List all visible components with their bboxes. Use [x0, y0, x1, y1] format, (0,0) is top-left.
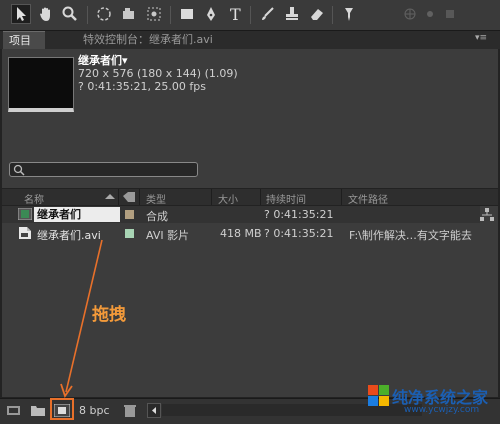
item-duration: ? 0:41:35:21	[264, 208, 334, 221]
project-panel: 继承者们▾ 720 x 576 (180 x 144) (1.09) ? 0:4…	[2, 49, 498, 397]
rotate-tool-icon[interactable]	[94, 4, 114, 24]
text-tool-icon[interactable]: T	[226, 4, 246, 24]
table-row[interactable]: 继承者们 合成 ? 0:41:35:21	[2, 206, 480, 223]
eraser-tool-icon[interactable]	[307, 4, 327, 24]
search-input[interactable]	[9, 162, 198, 177]
footage-duration: ? 0:41:35:21, 25.00 fps	[78, 80, 207, 93]
trash-icon[interactable]	[122, 404, 138, 417]
bit-depth-toggle[interactable]: 8 bpc	[79, 404, 110, 417]
video-file-icon	[19, 227, 31, 239]
item-name[interactable]: 继承者们.avi	[37, 227, 101, 243]
windows-logo-icon	[368, 385, 389, 406]
label-tag-icon[interactable]	[122, 191, 136, 203]
composition-icon	[18, 208, 32, 220]
svg-text:T: T	[230, 5, 241, 23]
axis-mode-icon[interactable]	[400, 4, 420, 24]
zoom-tool-icon[interactable]	[60, 4, 80, 24]
footage-info: 继承者们▾ 720 x 576 (180 x 144) (1.09) ? 0:4…	[78, 54, 238, 93]
chevron-left-icon	[152, 407, 156, 414]
watermark-url: www.ycwjzy.com	[404, 405, 480, 415]
tab-project[interactable]: 项目	[3, 31, 45, 49]
puppet-pin-tool-icon[interactable]	[339, 4, 359, 24]
new-composition-highlight	[50, 398, 74, 420]
world-axis-icon[interactable]	[420, 4, 440, 24]
interpret-footage-icon[interactable]	[6, 404, 22, 417]
column-name[interactable]: 名称	[24, 191, 44, 206]
item-file-path: F:\制作解决…有文字能去	[349, 229, 472, 242]
footage-resolution: 720 x 576 (180 x 144) (1.09)	[78, 67, 238, 80]
panel-tab-bar: 项目 特效控制台：继承者们.avi ▾≡	[0, 31, 500, 49]
rectangle-tool-icon[interactable]	[177, 4, 197, 24]
tools-toolbar: T	[0, 0, 500, 31]
view-axis-icon[interactable]	[440, 4, 460, 24]
sort-ascending-icon[interactable]	[105, 194, 115, 199]
label-color-swatch[interactable]	[125, 210, 134, 219]
footage-thumbnail	[8, 57, 74, 112]
scroll-left-button[interactable]	[147, 403, 161, 418]
column-file-path[interactable]: 文件路径	[348, 191, 388, 206]
column-type[interactable]: 类型	[146, 191, 166, 206]
drag-annotation-label: 拖拽	[92, 305, 126, 325]
search-icon	[13, 164, 25, 176]
flowchart-icon[interactable]	[480, 208, 494, 222]
clone-stamp-tool-icon[interactable]	[282, 4, 302, 24]
brush-tool-icon[interactable]	[258, 4, 278, 24]
watermark-logo: 纯净系统之家 www.ycwjzy.com	[362, 375, 500, 423]
item-type: 合成	[146, 210, 168, 223]
column-duration[interactable]: 持续时间	[266, 191, 306, 206]
column-header: 名称 类型 大小 持续时间 文件路径	[2, 188, 498, 206]
footage-name[interactable]: 继承者们▾	[78, 54, 238, 67]
new-folder-icon[interactable]	[30, 404, 46, 417]
item-size: 418 MB	[220, 227, 262, 240]
item-duration: ? 0:41:35:21	[264, 227, 334, 240]
panel-menu-button[interactable]: ▾≡	[470, 33, 492, 46]
label-color-swatch[interactable]	[125, 229, 134, 238]
hand-tool-icon[interactable]	[36, 4, 56, 24]
camera-tool-icon[interactable]	[119, 4, 139, 24]
tab-effect-controls[interactable]: 特效控制台：继承者们.avi	[83, 31, 213, 49]
pen-tool-icon[interactable]	[201, 4, 221, 24]
column-size[interactable]: 大小	[218, 191, 238, 206]
selection-tool-icon[interactable]	[11, 4, 31, 24]
table-row[interactable]: 继承者们.avi AVI 影片 418 MB ? 0:41:35:21 F:\制…	[2, 225, 480, 242]
item-name[interactable]: 继承者们	[34, 207, 120, 222]
pan-behind-tool-icon[interactable]	[144, 4, 164, 24]
item-type: AVI 影片	[146, 229, 190, 242]
